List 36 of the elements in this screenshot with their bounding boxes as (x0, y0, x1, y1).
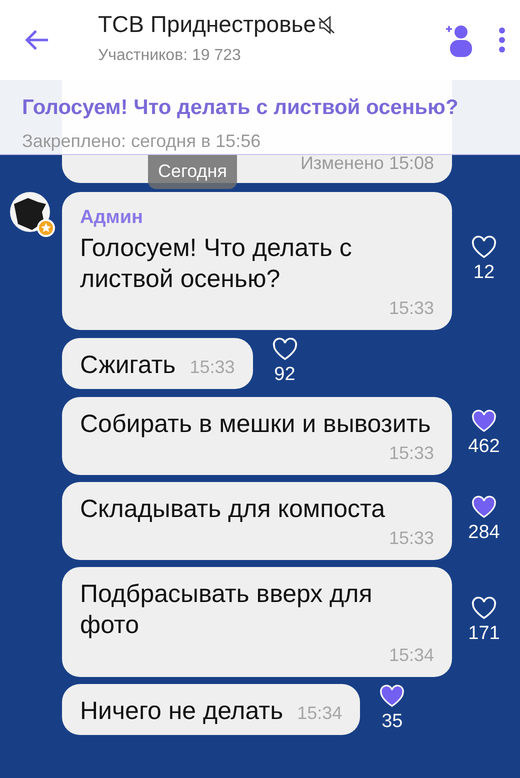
add-member-icon[interactable] (444, 23, 474, 57)
message-text: Сжигать (80, 350, 176, 381)
like-count: 12 (473, 260, 495, 285)
message-time: 15:34 (388, 644, 434, 666)
like-icon[interactable] (471, 494, 497, 519)
like-icon[interactable] (471, 409, 497, 434)
edited-time: Изменено 15:08 (300, 152, 434, 175)
like-icon[interactable] (272, 337, 298, 361)
more-options-icon[interactable] (498, 27, 506, 53)
like-icon[interactable] (379, 684, 406, 708)
like-icon[interactable] (471, 234, 497, 259)
like-count: 462 (468, 435, 500, 460)
date-label: Сегодня (148, 155, 237, 189)
avatar-icon[interactable] (10, 192, 56, 238)
pinned-message-text: Голосуем! Что делать с листвой осенью? (22, 95, 460, 121)
message-text: Подбрасывать вверх для фото (80, 579, 374, 642)
like-count: 92 (274, 363, 296, 387)
like-count: 171 (468, 622, 500, 646)
message-text: Ничего не делать (80, 696, 284, 728)
sender-name: Админ (80, 206, 144, 230)
member-count: Участников: 19 723 (98, 46, 242, 66)
message-time: 15:33 (388, 297, 434, 320)
pinned-time: Закреплено: сегодня в 15:56 (22, 130, 262, 153)
message-time: 15:34 (297, 702, 342, 726)
message-text: Собирать в мешки и вывозить (80, 408, 431, 440)
chat-title: ТСВ Приднестровье (98, 12, 316, 38)
message-time: 15:33 (388, 442, 434, 465)
like-count: 284 (468, 520, 500, 545)
message-time: 15:33 (190, 356, 235, 379)
message-time: 15:33 (388, 527, 434, 550)
like-icon[interactable] (471, 596, 497, 620)
like-count: 35 (382, 710, 403, 734)
pinned-message-bar[interactable]: Голосуем! Что делать с листвой осенью? Закреплено: сегодня в 15:56 (0, 80, 520, 155)
message-text: Складывать для компоста (80, 494, 386, 525)
back-icon[interactable] (24, 29, 50, 51)
message-text: Голосуем! Что делать с листвой осенью? (80, 232, 353, 295)
